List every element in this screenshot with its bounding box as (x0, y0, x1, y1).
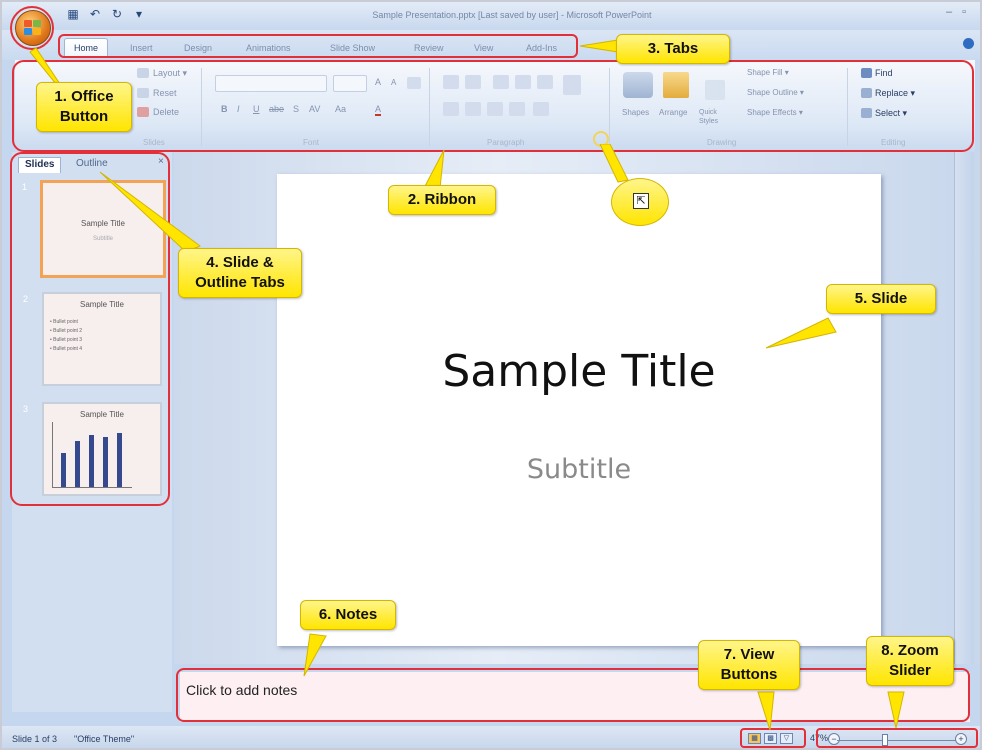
callout-tabs: 3. Tabs (616, 34, 730, 64)
office-button[interactable] (15, 10, 51, 46)
callout-notes: 6. Notes (300, 600, 396, 630)
callout-view-buttons: 7. View Buttons (698, 640, 800, 690)
callout-zoom-slider: 8. Zoom Slider (866, 636, 954, 686)
office-logo-icon (24, 20, 42, 37)
callout-slide: 5. Slide (826, 284, 936, 314)
callout-pointers (29, 39, 905, 731)
callout-slide-outline-tabs: 4. Slide & Outline Tabs (178, 248, 302, 298)
callout-office-button: 1. Office Button (36, 82, 132, 132)
callout-ribbon: 2. Ribbon (388, 185, 496, 215)
